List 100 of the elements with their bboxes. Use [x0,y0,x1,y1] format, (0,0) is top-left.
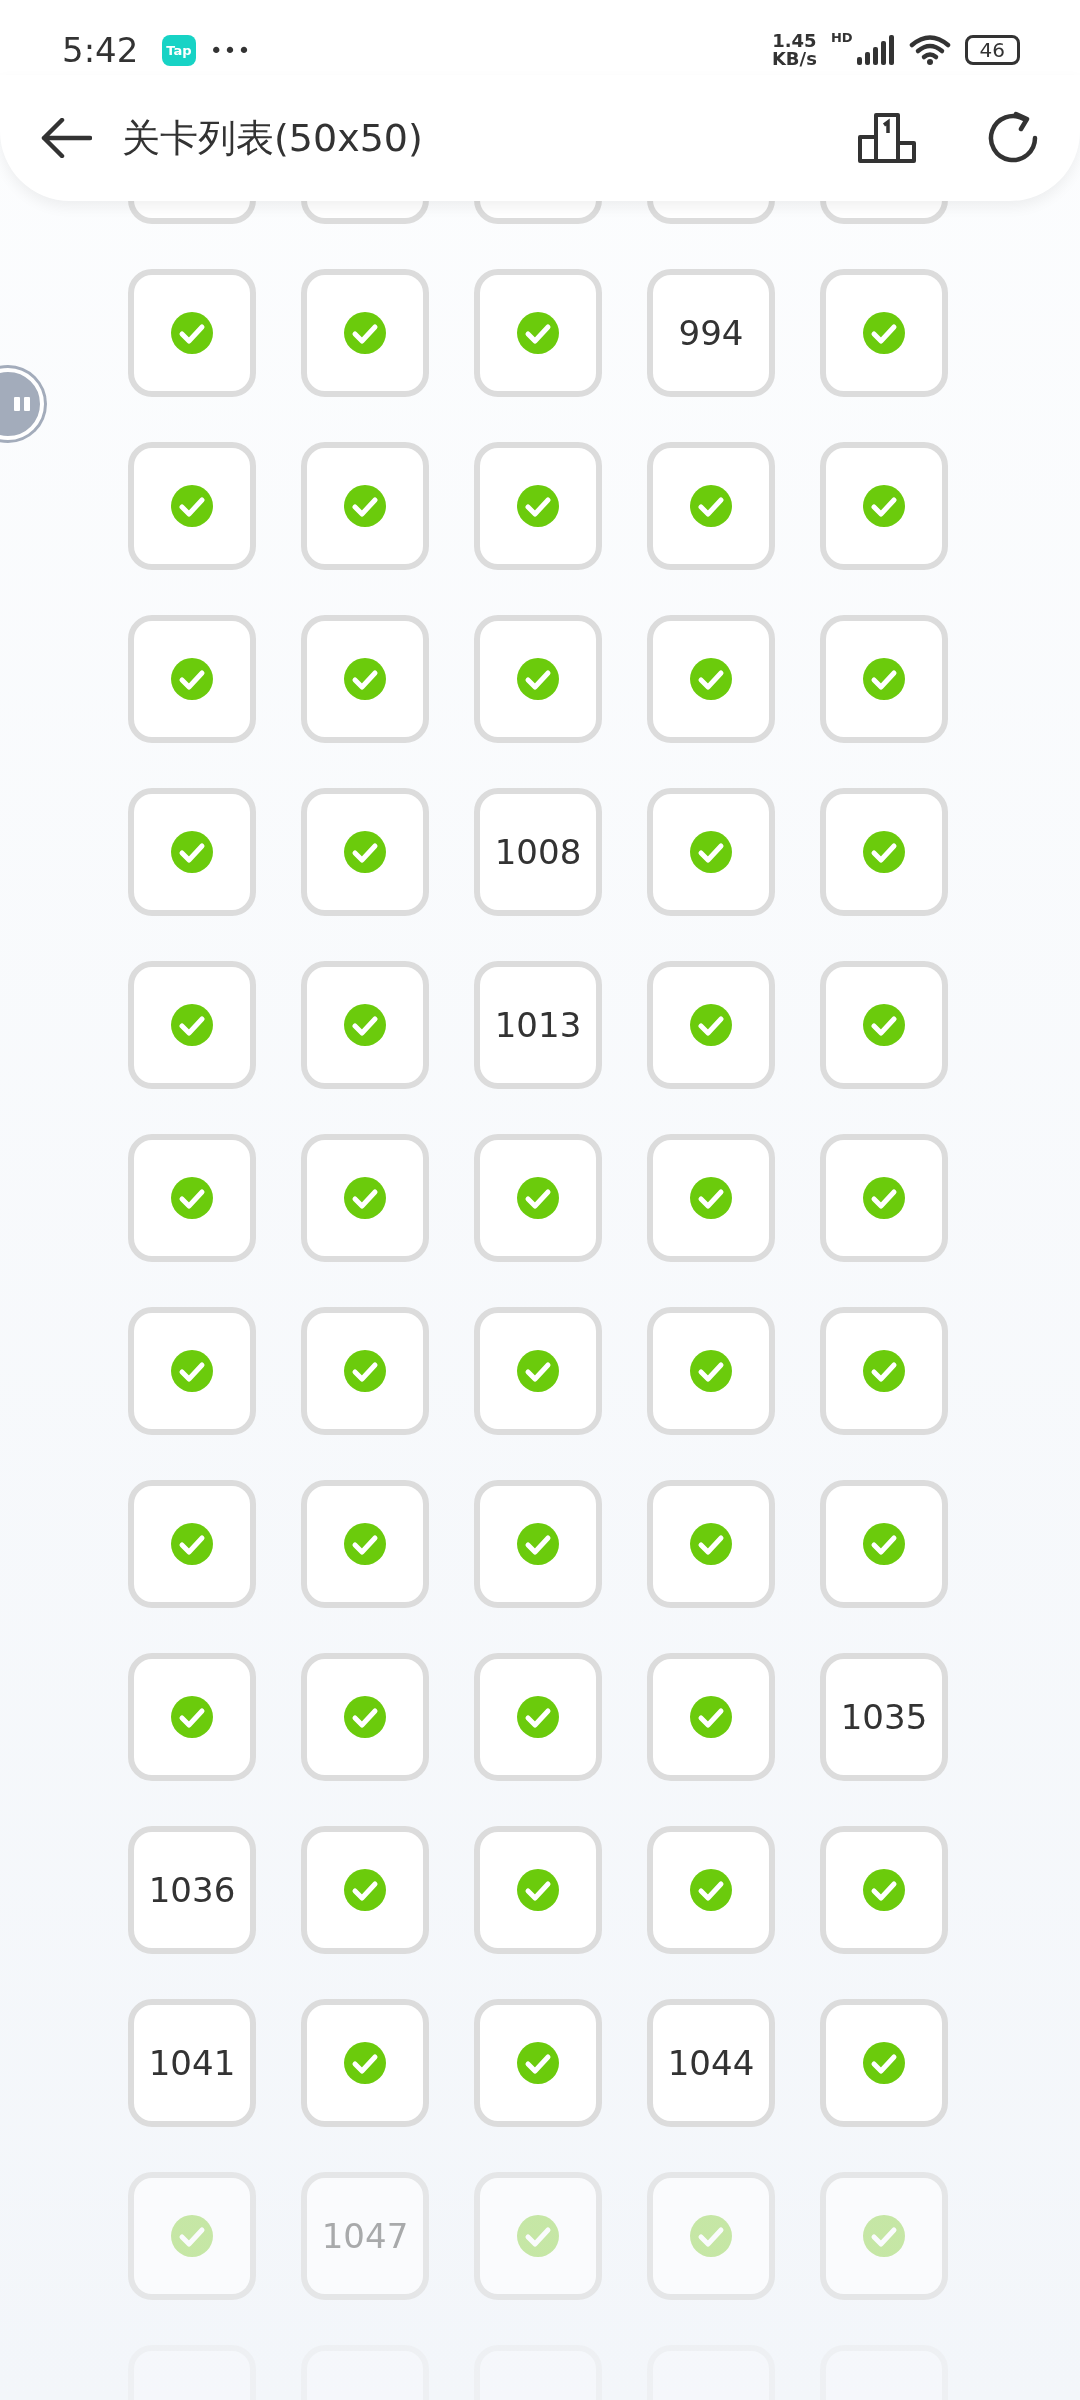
check-icon [690,831,732,873]
level-tile[interactable] [647,1653,775,1781]
check-icon [863,658,905,700]
level-tile[interactable] [820,1480,948,1608]
level-tile[interactable] [647,200,775,224]
level-tile[interactable]: 1008 [474,788,602,916]
level-tile[interactable] [301,1653,429,1781]
check-icon [690,485,732,527]
level-tile[interactable] [128,961,256,1089]
level-tile[interactable] [301,1480,429,1608]
check-icon [517,312,559,354]
level-tile[interactable] [474,200,602,224]
level-tile[interactable] [301,961,429,1089]
level-number: 1035 [840,1697,928,1737]
check-icon [863,1177,905,1219]
level-tile[interactable] [647,1826,775,1954]
level-tile[interactable] [128,1653,256,1781]
level-tile[interactable] [128,1134,256,1262]
level-tile[interactable] [474,615,602,743]
level-tile[interactable] [474,269,602,397]
level-tile[interactable] [301,442,429,570]
level-number: 1047 [321,2216,409,2256]
level-tile[interactable] [647,615,775,743]
check-icon [690,1350,732,1392]
level-tile[interactable] [820,615,948,743]
app-badge-icon: Tap [162,34,196,66]
level-tile[interactable] [301,1999,429,2127]
level-tile[interactable] [820,269,948,397]
level-tile[interactable] [647,788,775,916]
level-tile[interactable] [128,615,256,743]
check-icon [344,658,386,700]
level-tile[interactable] [820,1826,948,1954]
level-tile[interactable] [128,442,256,570]
level-tile[interactable] [128,1480,256,1608]
level-tile[interactable] [301,615,429,743]
level-tile[interactable] [474,1134,602,1262]
level-tile[interactable] [301,200,429,224]
level-tile[interactable] [820,2172,948,2300]
check-icon [171,1696,213,1738]
level-tile[interactable] [474,1999,602,2127]
check-icon [690,2215,732,2257]
level-tile[interactable] [647,2172,775,2300]
level-tile[interactable] [820,1307,948,1435]
check-icon [690,1696,732,1738]
level-tile[interactable] [474,1826,602,1954]
level-number: 1041 [148,2043,236,2083]
level-tile[interactable] [474,2172,602,2300]
level-tile[interactable] [474,442,602,570]
level-tile[interactable] [301,1826,429,1954]
level-tile[interactable] [301,1134,429,1262]
more-notifications: ••• [209,37,252,63]
level-tile[interactable] [474,1653,602,1781]
level-tile[interactable] [820,961,948,1089]
network-type: HD [830,30,853,45]
level-tile[interactable] [647,961,775,1089]
level-tile[interactable] [820,1999,948,2127]
level-tile[interactable] [301,1307,429,1435]
check-icon [344,1696,386,1738]
check-icon [171,1177,213,1219]
level-tile[interactable] [128,788,256,916]
level-tile[interactable] [647,1307,775,1435]
level-tile[interactable] [820,442,948,570]
level-tile[interactable] [474,1307,602,1435]
check-icon [171,831,213,873]
check-icon [863,1004,905,1046]
check-icon [344,2042,386,2084]
podium-icon[interactable] [858,113,916,163]
level-tile[interactable] [647,442,775,570]
level-tile[interactable] [128,1307,256,1435]
level-tile[interactable] [128,269,256,397]
check-icon [863,2042,905,2084]
level-tile[interactable] [128,200,256,224]
check-icon [517,1177,559,1219]
check-icon [863,831,905,873]
level-tile[interactable] [820,200,948,224]
check-icon [863,1523,905,1565]
level-tile[interactable] [820,1134,948,1262]
status-time: 5:42 [62,30,139,70]
level-tile[interactable] [301,788,429,916]
level-tile[interactable] [301,269,429,397]
level-tile[interactable]: 1013 [474,961,602,1089]
check-icon [344,1004,386,1046]
level-tile[interactable]: 1035 [820,1653,948,1781]
level-tile[interactable] [820,788,948,916]
check-icon [690,1869,732,1911]
refresh-icon[interactable] [986,111,1040,165]
level-tile[interactable] [128,2172,256,2300]
level-tile[interactable] [647,1480,775,1608]
level-tile[interactable] [647,1134,775,1262]
level-tile[interactable]: 994 [647,269,775,397]
level-tile[interactable]: 1036 [128,1826,256,1954]
check-icon [171,312,213,354]
check-icon [690,1004,732,1046]
check-icon [863,485,905,527]
check-icon [344,1177,386,1219]
level-tile[interactable]: 1044 [647,1999,775,2127]
level-tile[interactable]: 1041 [128,1999,256,2127]
check-icon [171,1350,213,1392]
back-arrow-icon[interactable] [40,118,92,158]
level-tile[interactable] [474,1480,602,1608]
